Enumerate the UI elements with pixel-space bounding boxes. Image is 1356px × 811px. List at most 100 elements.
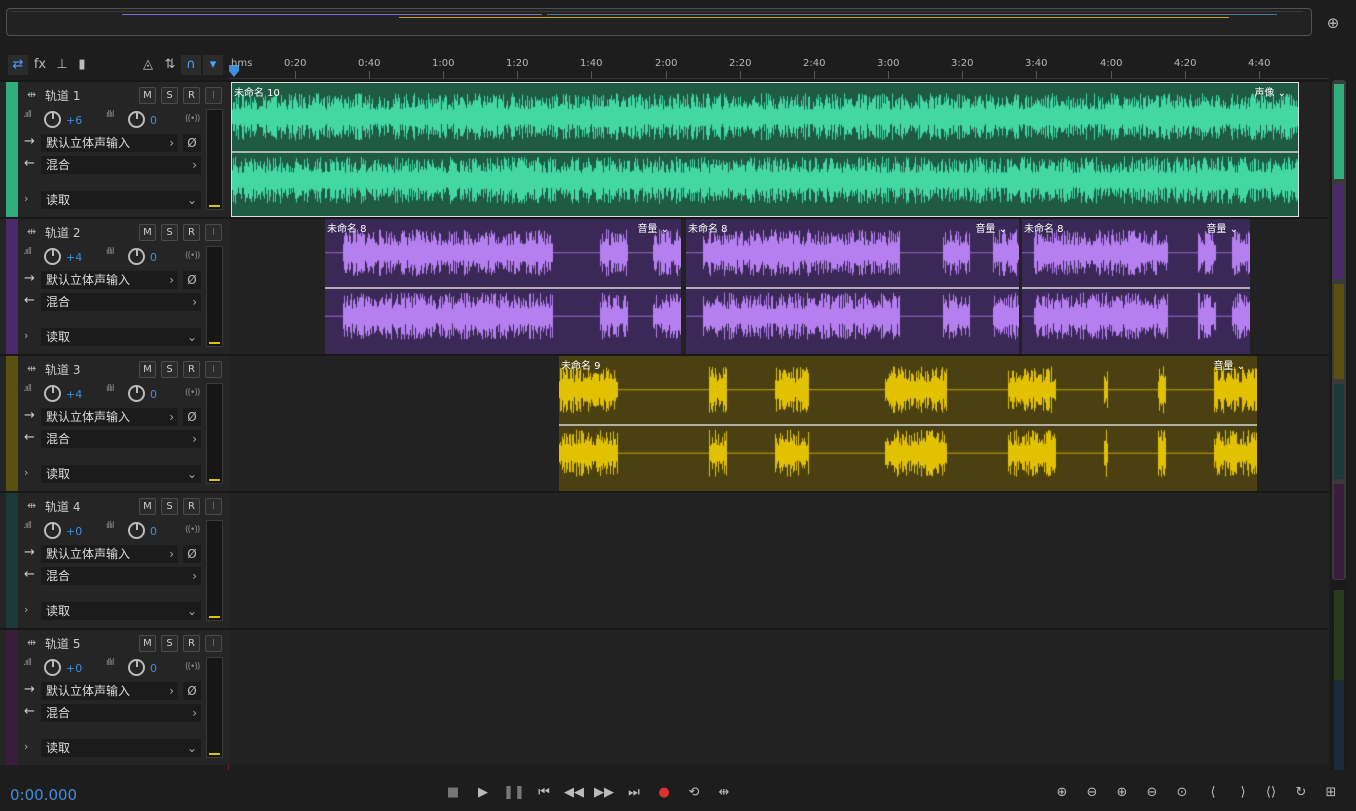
phase-invert-button[interactable]: Ø xyxy=(183,545,201,563)
automation-mode-select[interactable]: 读取 ⌄ xyxy=(41,465,201,483)
pan-value[interactable]: 0 xyxy=(150,388,157,401)
audio-clip[interactable]: 未命名 8 音量 ⌄ xyxy=(686,219,1019,354)
timecode-display[interactable]: 0:00.000 xyxy=(10,786,77,804)
automation-mode-select[interactable]: 读取 ⌄ xyxy=(41,602,201,620)
phase-invert-button[interactable]: Ø xyxy=(183,408,201,426)
pan-value[interactable]: 0 xyxy=(150,662,157,675)
record-arm-button[interactable]: R xyxy=(183,224,200,241)
clip-menu-button[interactable]: 音量 ⌄ xyxy=(1213,357,1245,372)
volume-knob[interactable] xyxy=(44,522,61,539)
pan-value[interactable]: 0 xyxy=(150,251,157,264)
audio-clip[interactable]: 未命名 10 声像 ⌄ xyxy=(231,82,1299,217)
audio-clip[interactable]: 未命名 8 音量 ⌄ xyxy=(1022,219,1250,354)
input-monitor-button[interactable]: I xyxy=(205,498,222,515)
track-lane[interactable]: 未命名 8 音量 ⌄ 未命名 8 音量 ⌄ 未命名 8 音量 ⌄ xyxy=(229,217,1329,354)
zoom-reset-icon[interactable]: ↻ xyxy=(1290,783,1312,803)
loop-record-icon[interactable]: ⇅ xyxy=(160,55,180,75)
zoom-fit-icon[interactable]: ⊕ xyxy=(1322,12,1344,34)
output-select[interactable]: 混合 › xyxy=(41,704,201,722)
clip-menu-button[interactable]: 音量 ⌄ xyxy=(1206,220,1238,235)
zoom-in-amplitude-icon[interactable]: ⊕ xyxy=(1051,783,1073,803)
volume-knob[interactable] xyxy=(44,659,61,676)
input-monitor-button[interactable]: I xyxy=(205,87,222,104)
phase-invert-button[interactable]: Ø xyxy=(183,134,201,152)
audio-clip[interactable]: 未命名 9 音量 ⌄ xyxy=(559,356,1257,491)
volume-knob[interactable] xyxy=(44,248,61,265)
volume-value[interactable]: +0 xyxy=(66,662,82,675)
automation-mode-select[interactable]: 读取 ⌄ xyxy=(41,739,201,757)
pan-knob[interactable] xyxy=(128,522,145,539)
mute-button[interactable]: M xyxy=(139,87,156,104)
pan-knob[interactable] xyxy=(128,248,145,265)
phase-invert-button[interactable]: Ø xyxy=(183,271,201,289)
stop-icon[interactable]: ■ xyxy=(441,783,465,803)
track-name[interactable]: 轨道 2 xyxy=(45,224,80,241)
expand-icon[interactable]: › xyxy=(24,740,28,753)
input-select[interactable]: 默认立体声输入 › xyxy=(41,408,178,426)
zoom-tracks-icon[interactable]: ⊞ xyxy=(1320,783,1342,803)
input-monitor-button[interactable]: I xyxy=(205,635,222,652)
track-name[interactable]: 轨道 4 xyxy=(45,498,80,515)
headphone-icon[interactable]: ∩ xyxy=(181,55,201,75)
volume-value[interactable]: +4 xyxy=(66,388,82,401)
record-arm-button[interactable]: R xyxy=(183,87,200,104)
input-select[interactable]: 默认立体声输入 › xyxy=(41,134,178,152)
track-name[interactable]: 轨道 1 xyxy=(45,87,80,104)
pan-knob[interactable] xyxy=(128,385,145,402)
automation-line[interactable] xyxy=(559,423,1257,426)
loop-icon[interactable]: ⟲ xyxy=(682,783,706,803)
record-arm-button[interactable]: R xyxy=(183,498,200,515)
track-lane[interactable]: 未命名 10 声像 ⌄ xyxy=(229,80,1329,217)
automation-mode-select[interactable]: 读取 ⌄ xyxy=(41,191,201,209)
zoom-out-time-icon[interactable]: ⊖ xyxy=(1141,783,1163,803)
mute-button[interactable]: M xyxy=(139,361,156,378)
input-select[interactable]: 默认立体声输入 › xyxy=(41,545,178,563)
pan-value[interactable]: 0 xyxy=(150,114,157,127)
sends-icon[interactable]: ⊥ xyxy=(52,55,72,75)
clip-menu-button[interactable]: 音量 ⌄ xyxy=(637,220,669,235)
pan-value[interactable]: 0 xyxy=(150,525,157,538)
volume-value[interactable]: +6 xyxy=(66,114,82,127)
track-lane[interactable] xyxy=(229,491,1329,628)
go-to-end-icon[interactable]: ⏭ xyxy=(622,783,646,803)
record-arm-button[interactable]: R xyxy=(183,635,200,652)
solo-button[interactable]: S xyxy=(161,361,178,378)
expand-icon[interactable]: › xyxy=(24,329,28,342)
pan-knob[interactable] xyxy=(128,659,145,676)
track-lane[interactable] xyxy=(229,628,1329,765)
input-select[interactable]: 默认立体声输入 › xyxy=(41,682,178,700)
volume-value[interactable]: +0 xyxy=(66,525,82,538)
clip-menu-button[interactable]: 音量 ⌄ xyxy=(975,220,1007,235)
volume-value[interactable]: +4 xyxy=(66,251,82,264)
fast-forward-icon[interactable]: ▶▶ xyxy=(592,783,616,803)
automation-line[interactable] xyxy=(1022,286,1250,289)
track-name[interactable]: 轨道 5 xyxy=(45,635,80,652)
volume-knob[interactable] xyxy=(44,111,61,128)
expand-icon[interactable]: › xyxy=(24,603,28,616)
pause-icon[interactable]: ❚❚ xyxy=(502,783,526,803)
rewind-icon[interactable]: ◀◀ xyxy=(562,783,586,803)
solo-button[interactable]: S xyxy=(161,87,178,104)
swap-view-icon[interactable]: ⇄ xyxy=(8,55,28,75)
input-monitor-button[interactable]: I xyxy=(205,224,222,241)
output-select[interactable]: 混合 › xyxy=(41,430,201,448)
clip-menu-button[interactable]: 声像 ⌄ xyxy=(1254,84,1286,99)
input-select[interactable]: 默认立体声输入 › xyxy=(41,271,178,289)
solo-button[interactable]: S xyxy=(161,498,178,515)
marker-icon[interactable]: ▾ xyxy=(203,55,223,75)
expand-icon[interactable]: › xyxy=(24,192,28,205)
metronome-icon[interactable]: ◬ xyxy=(138,55,158,75)
zoom-in-left-icon[interactable]: ⟨ xyxy=(1202,783,1224,803)
automation-line[interactable] xyxy=(686,286,1019,289)
track-name[interactable]: 轨道 3 xyxy=(45,361,80,378)
phase-invert-button[interactable]: Ø xyxy=(183,682,201,700)
zoom-out-amplitude-icon[interactable]: ⊖ xyxy=(1081,783,1103,803)
solo-button[interactable]: S xyxy=(161,635,178,652)
skip-selection-icon[interactable]: ⇹ xyxy=(712,783,736,803)
audio-clip[interactable]: 未命名 8 音量 ⌄ xyxy=(325,219,681,354)
output-select[interactable]: 混合 › xyxy=(41,293,201,311)
record-icon[interactable]: ● xyxy=(652,783,676,803)
automation-line[interactable] xyxy=(325,286,681,289)
zoom-in-right-icon[interactable]: ⟩ xyxy=(1232,783,1254,803)
pan-knob[interactable] xyxy=(128,111,145,128)
